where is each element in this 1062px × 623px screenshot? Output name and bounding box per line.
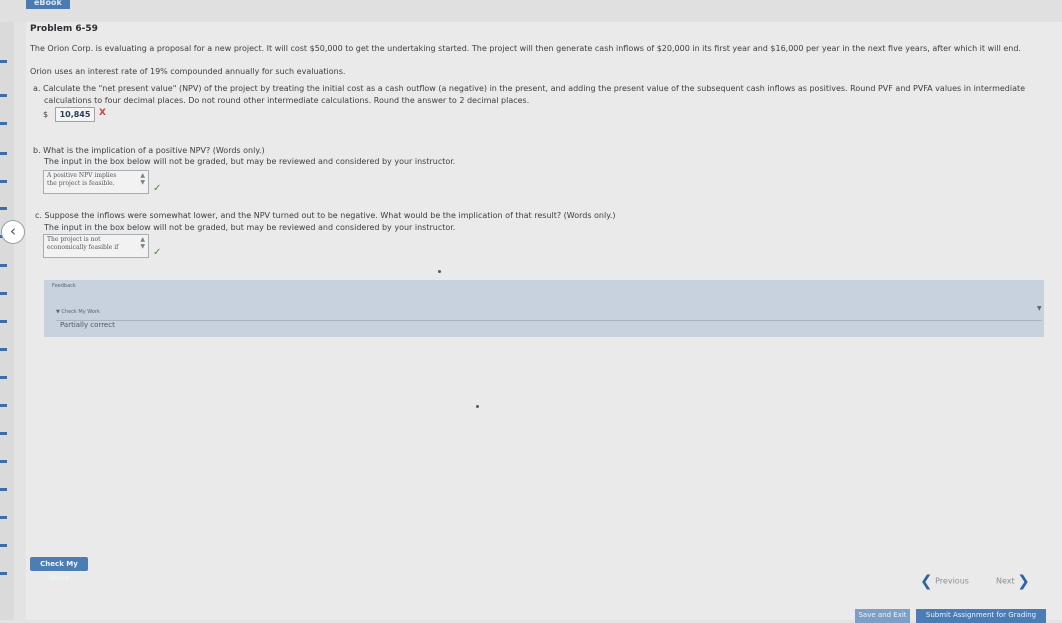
- problem-intro-line2: Orion uses an interest rate of 19% compo…: [30, 67, 346, 76]
- currency-symbol: $: [43, 110, 49, 119]
- sidebar-marker[interactable]: [0, 264, 7, 267]
- sidebar-marker[interactable]: [0, 432, 7, 435]
- part-b-answer-line1: A positive NPV implies: [47, 172, 117, 179]
- next-button[interactable]: Next ❯: [996, 572, 1030, 590]
- sidebar-marker[interactable]: [0, 180, 7, 183]
- problem-intro-line1: The Orion Corp. is evaluating a proposal…: [30, 44, 1021, 53]
- feedback-panel: [44, 280, 1044, 337]
- submit-assignment-button[interactable]: Submit Assignment for Grading: [916, 609, 1046, 623]
- sidebar-marker[interactable]: [0, 572, 7, 575]
- part-a-question-line2: calculations to four decimal places. Do …: [44, 96, 530, 105]
- part-b-answer-box[interactable]: A positive NPV implies the project is fe…: [43, 170, 149, 194]
- collapse-caret-icon[interactable]: ▼: [1037, 305, 1042, 312]
- part-b-question: b. What is the implication of a positive…: [33, 146, 265, 155]
- sidebar-marker[interactable]: [0, 348, 7, 351]
- x-icon: X: [99, 108, 106, 118]
- previous-label: Previous: [935, 576, 969, 586]
- top-bar: eBook: [0, 0, 1062, 22]
- part-c-question: c. Suppose the inflows were somewhat low…: [35, 211, 616, 220]
- previous-button[interactable]: ❮ Previous: [920, 572, 969, 590]
- sidebar-marker[interactable]: [0, 320, 7, 323]
- back-chevron-icon[interactable]: ‹: [1, 220, 25, 244]
- check-my-work-toggle[interactable]: ▼ Check My Work: [56, 309, 100, 315]
- feedback-divider: [56, 320, 1042, 321]
- part-b-answer-line2: the project is feasible.: [47, 180, 115, 187]
- sidebar-marker[interactable]: [0, 376, 7, 379]
- left-sidebar: [0, 22, 14, 620]
- ebook-tab[interactable]: eBook: [26, 0, 70, 9]
- check-my-work-button[interactable]: Check My Work: [30, 557, 88, 582]
- prev-chevron-icon: ❮: [920, 572, 933, 590]
- next-chevron-icon: ❯: [1017, 572, 1030, 590]
- sidebar-marker[interactable]: [0, 60, 7, 63]
- part-c-answer-line2: economically feasible if: [47, 244, 119, 251]
- sidebar-marker[interactable]: [0, 488, 7, 491]
- sidebar-marker[interactable]: [0, 122, 7, 125]
- sidebar-marker[interactable]: [0, 94, 7, 97]
- feedback-label: Feedback: [52, 283, 76, 289]
- sidebar-marker[interactable]: [0, 544, 7, 547]
- stray-dot: [438, 270, 441, 273]
- save-and-exit-button[interactable]: Save and Exit: [855, 609, 910, 623]
- part-c-answer-line1: The project is not: [47, 236, 101, 243]
- next-label: Next: [996, 576, 1015, 586]
- part-b-note: The input in the box below will not be g…: [44, 157, 456, 166]
- problem-title: Problem 6-59: [30, 24, 98, 34]
- sidebar-marker[interactable]: [0, 404, 7, 407]
- feedback-result: Partially correct: [60, 321, 115, 329]
- sidebar-marker[interactable]: [0, 460, 7, 463]
- sidebar-marker[interactable]: [0, 516, 7, 519]
- part-c-note: The input in the box below will not be g…: [44, 223, 456, 232]
- dropdown-arrow-icon[interactable]: ▲ ▼: [140, 172, 145, 186]
- sidebar-marker[interactable]: [0, 207, 7, 210]
- check-icon: ✓: [153, 183, 162, 194]
- part-a-question-line1: a. Calculate the "net present value" (NP…: [33, 84, 1026, 93]
- check-icon: ✓: [153, 247, 162, 258]
- dropdown-arrow-icon[interactable]: ▲ ▼: [140, 236, 145, 250]
- stray-dot: [476, 405, 479, 408]
- sidebar-marker[interactable]: [0, 152, 7, 155]
- npv-answer-input[interactable]: 10,845: [55, 107, 95, 122]
- sidebar-marker[interactable]: [0, 292, 7, 295]
- part-c-answer-box[interactable]: The project is not economically feasible…: [43, 234, 149, 258]
